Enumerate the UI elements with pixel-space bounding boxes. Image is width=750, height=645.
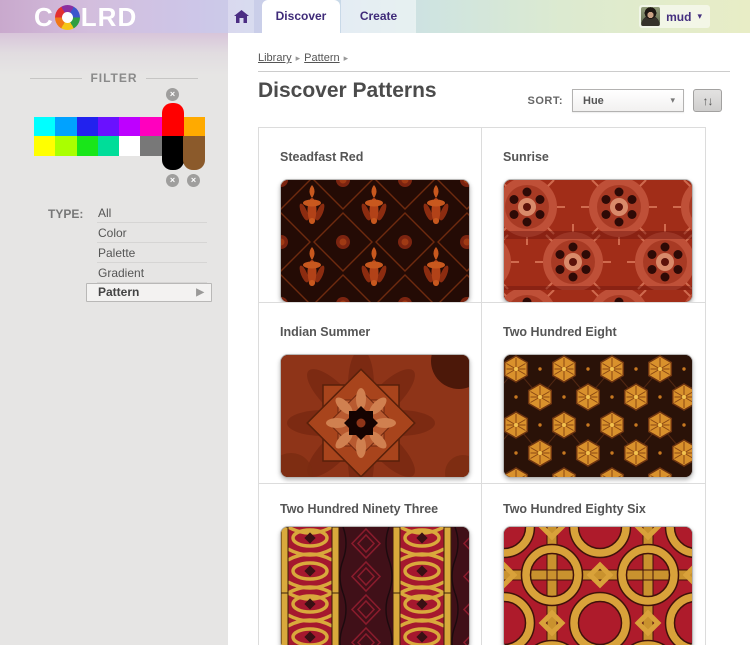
- user-dropdown-arrow: ▾: [697, 11, 702, 21]
- pattern-card: Two Hundred Eight: [482, 303, 706, 484]
- breadcrumb: Library ▸ Pattern ▸: [258, 52, 352, 64]
- sort-direction-button[interactable]: ↑↓: [693, 89, 722, 112]
- type-item-palette[interactable]: Palette: [97, 243, 207, 263]
- type-item-gradient[interactable]: Gradient: [97, 263, 207, 283]
- type-item-pattern-label: Pattern: [98, 285, 140, 299]
- tab-create[interactable]: Create: [341, 0, 416, 33]
- pattern-image-steadfast-red[interactable]: [280, 179, 470, 302]
- swatch-blue[interactable]: [77, 117, 99, 136]
- swatch-yellow[interactable]: [34, 136, 56, 156]
- chevron-down-icon: ▾: [670, 95, 675, 105]
- filter-header: FILTER: [30, 71, 199, 85]
- type-item-pattern[interactable]: Pattern ▶: [86, 283, 212, 302]
- breadcrumb-library[interactable]: Library: [258, 52, 292, 64]
- main-tabs: Discover Create: [228, 0, 416, 33]
- header-bar: C LRD Discover Create mud ▾: [0, 0, 750, 33]
- pattern-card: Two Hundred Eighty Six: [482, 484, 706, 645]
- swatch-orange[interactable]: [183, 117, 205, 136]
- swatch-black-selected[interactable]: [162, 136, 184, 170]
- content-area: Library ▸ Pattern ▸ Discover Patterns SORT:…: [228, 33, 750, 645]
- sort-dropdown[interactable]: Hue ▾: [572, 89, 684, 112]
- card-title-link[interactable]: Steadfast Red: [280, 150, 363, 164]
- swatch-green[interactable]: [77, 136, 99, 156]
- sidebar: FILTER × × × TYPE: All Color Palette Gra…: [0, 33, 228, 645]
- page: C LRD Discover Create mud ▾ FILTER × × ×…: [0, 0, 750, 645]
- breadcrumb-arrow-icon: ▸: [295, 53, 301, 63]
- type-menu: All Color Palette Gradient Pattern ▶: [86, 203, 212, 302]
- pattern-image-two-hundred-eighty-six[interactable]: [503, 526, 693, 645]
- pattern-card: Two Hundred Ninety Three: [259, 484, 482, 645]
- card-title-link[interactable]: Two Hundred Ninety Three: [280, 502, 438, 516]
- card-title-link[interactable]: Two Hundred Eight: [503, 325, 617, 339]
- submenu-arrow-icon: ▶: [196, 287, 204, 298]
- type-item-all[interactable]: All: [97, 203, 207, 223]
- swatch-azure[interactable]: [55, 117, 77, 136]
- swatch-white[interactable]: [119, 136, 141, 156]
- swatch-red-selected[interactable]: [162, 103, 184, 136]
- breadcrumb-pattern[interactable]: Pattern: [304, 52, 339, 64]
- swatch-magenta[interactable]: [140, 117, 162, 136]
- pattern-card: Indian Summer: [259, 303, 482, 484]
- color-filter-palette: × × ×: [34, 88, 205, 190]
- swatch-chartreuse[interactable]: [55, 136, 77, 156]
- user-name: mud: [666, 9, 692, 24]
- tab-home[interactable]: [228, 0, 254, 33]
- pattern-card: Steadfast Red: [259, 128, 482, 303]
- logo-text-right: LRD: [80, 1, 138, 32]
- sort-direction-icon: ↑↓: [702, 93, 714, 108]
- logo-text-left: C: [34, 1, 54, 32]
- swatch-gray[interactable]: [140, 136, 162, 156]
- type-item-color[interactable]: Color: [97, 223, 207, 243]
- card-title-link[interactable]: Two Hundred Eighty Six: [503, 502, 646, 516]
- swatch-spring[interactable]: [98, 136, 120, 156]
- avatar: [641, 7, 661, 26]
- page-title: Discover Patterns: [258, 79, 437, 102]
- sort-controls: SORT: Hue ▾ ↑↓: [527, 89, 722, 112]
- pattern-image-two-hundred-eight[interactable]: [503, 354, 693, 478]
- card-title-link[interactable]: Sunrise: [503, 150, 549, 164]
- tab-discover[interactable]: Discover: [262, 0, 340, 33]
- pattern-image-sunrise[interactable]: [503, 179, 693, 302]
- filter-title: FILTER: [90, 71, 138, 85]
- pattern-card: Sunrise: [482, 128, 706, 303]
- pattern-image-two-hundred-ninety-three[interactable]: [280, 526, 470, 645]
- swatch-brown-selected[interactable]: [183, 136, 205, 170]
- close-icon-brown[interactable]: ×: [187, 174, 200, 187]
- divider: [30, 77, 83, 79]
- swatch-violet[interactable]: [98, 117, 120, 136]
- close-icon-black[interactable]: ×: [166, 174, 179, 187]
- card-title-link[interactable]: Indian Summer: [280, 325, 370, 339]
- pattern-image-indian-summer[interactable]: [280, 354, 470, 478]
- user-menu[interactable]: mud ▾: [639, 5, 710, 28]
- sort-value: Hue: [583, 94, 604, 107]
- swatch-purple[interactable]: [119, 117, 141, 136]
- breadcrumb-arrow-icon: ▸: [343, 53, 349, 63]
- sort-label: SORT:: [527, 94, 563, 107]
- pattern-grid: Steadfast Red Sunrise Indian Summer Two …: [258, 127, 706, 645]
- type-label: TYPE:: [48, 207, 84, 221]
- color-wheel-icon: [54, 4, 80, 30]
- swatch-cyan[interactable]: [34, 117, 56, 136]
- close-icon-red[interactable]: ×: [166, 88, 179, 101]
- home-icon: [233, 9, 249, 23]
- breadcrumb-divider: [258, 71, 730, 72]
- divider: [145, 77, 199, 79]
- site-logo[interactable]: C LRD: [34, 2, 137, 32]
